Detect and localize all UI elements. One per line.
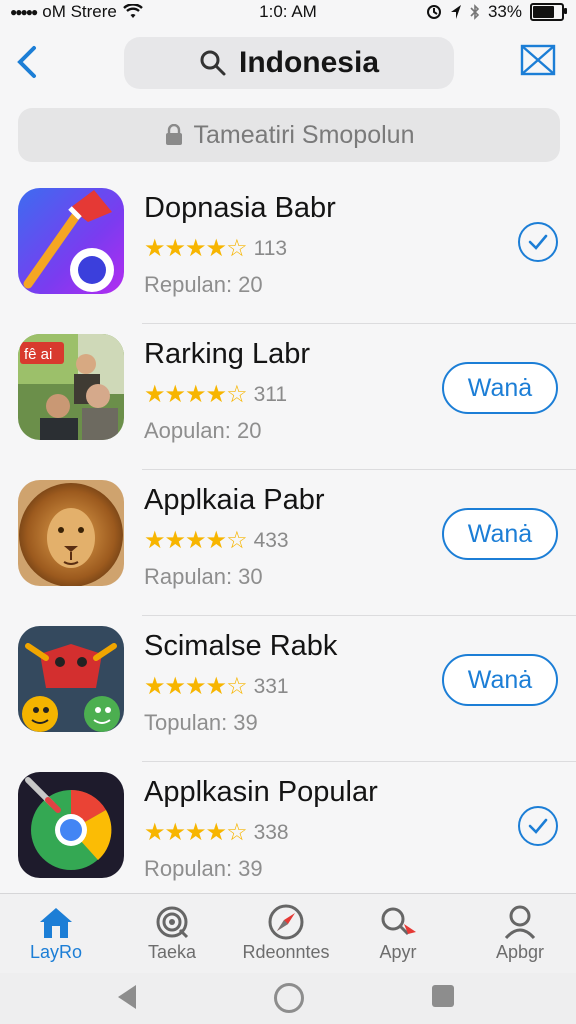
- star-icon: ★★★★: [144, 527, 227, 554]
- promo-label: Tameatiri Smopolun: [193, 120, 415, 149]
- tab-label: Rdeonntes: [242, 942, 330, 962]
- battery-percent: 33%: [487, 2, 522, 21]
- nav-back-icon[interactable]: [118, 985, 136, 1009]
- app-title: Applkaia Pabr: [144, 484, 325, 516]
- tab-label: Apbgr: [495, 942, 545, 962]
- bluetooth-icon: [470, 4, 480, 20]
- popularity-label: Ropulan: 39: [144, 856, 263, 881]
- search-field[interactable]: Indonesia: [124, 37, 454, 89]
- app-title: Rarking Labr: [144, 338, 311, 370]
- chevron-left-icon: [17, 46, 36, 78]
- star-half-icon: ☆: [226, 527, 248, 554]
- battery-icon: [530, 3, 567, 21]
- popularity-label: Repulan: 20: [144, 272, 263, 297]
- want-button[interactable]: Wanȧ: [442, 508, 558, 560]
- alarm-icon: [426, 5, 441, 19]
- home-icon: [40, 908, 72, 938]
- rating: ★★★★ ☆ 311: [144, 380, 287, 409]
- tab-apbgr[interactable]: Apbgr: [472, 902, 568, 963]
- app-title: Applkasin Popular: [144, 776, 378, 808]
- rating: ★★★★ ☆ 433: [144, 526, 289, 555]
- rating-count: 311: [253, 382, 288, 406]
- search-icon: [200, 50, 226, 76]
- tab-bar: LayRo Taeka Rdeonntes Apyr Apbgr: [0, 893, 576, 974]
- lock-icon: [165, 124, 182, 145]
- rating: ★★★★ ☆ 338: [144, 818, 289, 847]
- tab-rdeonntes[interactable]: Rdeonntes: [238, 902, 334, 963]
- tab-home[interactable]: LayRo: [8, 902, 104, 963]
- tab-apyr[interactable]: Apyr: [350, 902, 446, 963]
- app-icon-photo-group: fê ai: [18, 334, 124, 440]
- star-half-icon: ☆: [226, 673, 248, 700]
- installed-check-button[interactable]: [518, 222, 558, 262]
- search-query: Indonesia: [238, 46, 380, 79]
- want-button[interactable]: Wanȧ: [442, 362, 558, 414]
- popularity-label: Rapulan: 30: [144, 564, 263, 589]
- list-item[interactable]: Scimalse Rabk ★★★★ ☆ 331 Topulan: 39 Wanȧ: [0, 616, 576, 762]
- tab-label: Taeka: [147, 942, 197, 962]
- popularity-label: Topulan: 39: [144, 710, 258, 735]
- rating-count: 338: [253, 820, 289, 844]
- app-icon-lion: [18, 480, 124, 586]
- tab-label: Apyr: [379, 942, 417, 962]
- rating-count: 433: [253, 528, 289, 552]
- search-icon: [381, 907, 416, 936]
- person-icon: [504, 905, 536, 940]
- app-icon-cartoon-faces: [18, 626, 124, 732]
- star-icon: ★★★★: [144, 673, 227, 700]
- app-title: Scimalse Rabk: [144, 630, 338, 662]
- target-icon: [156, 906, 189, 939]
- app-title: Dopnasia Babr: [144, 192, 336, 224]
- nav-recents-icon[interactable]: [432, 985, 454, 1007]
- rating: ★★★★ ☆ 113: [144, 234, 287, 263]
- compass-icon: [268, 904, 304, 940]
- list-item[interactable]: Dopnasia Babr ★★★★ ☆ 113 Repulan: 20: [0, 178, 576, 324]
- star-half-icon: ☆: [226, 235, 248, 262]
- system-nav-bar: [0, 973, 576, 1024]
- app-icon-axe: [18, 188, 124, 294]
- list-item[interactable]: fê ai Rarking Labr ★★★★ ☆ 311 Aopulan: 20…: [0, 324, 576, 470]
- status-right: 33%: [426, 2, 567, 22]
- back-button[interactable]: [14, 44, 44, 80]
- app-icon-browser: [18, 772, 124, 878]
- star-icon: ★★★★: [144, 235, 227, 262]
- tab-label: LayRo: [29, 942, 83, 962]
- star-icon: ★★★★: [144, 381, 227, 408]
- star-half-icon: ☆: [226, 819, 248, 846]
- nav-home-icon[interactable]: [274, 983, 304, 1013]
- checkmark-icon: [528, 818, 548, 834]
- popularity-label: Aopulan: 20: [144, 418, 262, 443]
- rating: ★★★★ ☆ 331: [144, 672, 289, 701]
- rating-count: 331: [253, 674, 289, 698]
- list-item[interactable]: Applkasin Popular ★★★★ ☆ 338 Ropulan: 39: [0, 762, 576, 908]
- app-list: Dopnasia Babr ★★★★ ☆ 113 Repulan: 20 fê …: [0, 178, 576, 908]
- status-bar: ●●●●● oM Strere 1:0: AM 33%: [0, 0, 576, 26]
- tab-taeka[interactable]: Taeka: [124, 902, 220, 963]
- list-item[interactable]: Applkaia Pabr ★★★★ ☆ 433 Rapulan: 30 Wanȧ: [0, 470, 576, 616]
- location-icon: [450, 5, 461, 19]
- mail-icon: [520, 44, 556, 76]
- mail-button[interactable]: [520, 44, 556, 76]
- checkmark-icon: [528, 234, 548, 250]
- icon-overlay-text: fê ai: [24, 346, 52, 363]
- star-icon: ★★★★: [144, 819, 227, 846]
- rating-count: 113: [253, 236, 288, 260]
- star-half-icon: ☆: [226, 381, 248, 408]
- installed-check-button[interactable]: [518, 806, 558, 846]
- want-button[interactable]: Wanȧ: [442, 654, 558, 706]
- promo-banner[interactable]: Tameatiri Smopolun: [18, 108, 560, 162]
